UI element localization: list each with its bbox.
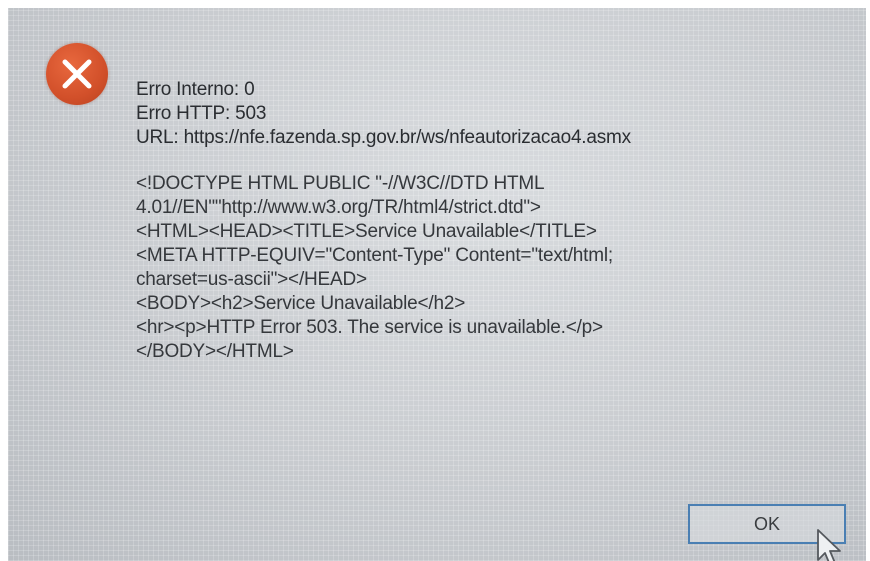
message-spacer: [136, 150, 856, 172]
response-line: </BODY></HTML>: [136, 341, 294, 362]
error-url-line: URL: https://nfe.fazenda.sp.gov.br/ws/nf…: [136, 127, 631, 148]
response-line: <META HTTP-EQUIV="Content-Type" Content=…: [136, 245, 613, 266]
error-dialog: Erro Interno: 0 Erro HTTP: 503 URL: http…: [8, 8, 866, 561]
response-line: <HTML><HEAD><TITLE>Service Unavailable</…: [136, 221, 597, 242]
error-message: Erro Interno: 0 Erro HTTP: 503 URL: http…: [136, 78, 856, 364]
response-line: <hr><p>HTTP Error 503. The service is un…: [136, 317, 603, 338]
screen-photo: Erro Interno: 0 Erro HTTP: 503 URL: http…: [8, 8, 866, 561]
error-internal-line: Erro Interno: 0: [136, 79, 255, 100]
response-line: <!DOCTYPE HTML PUBLIC "-//W3C//DTD HTML: [136, 173, 545, 194]
error-icon: [46, 43, 108, 105]
server-response: <!DOCTYPE HTML PUBLIC "-//W3C//DTD HTML …: [136, 172, 856, 364]
mouse-cursor-icon: [817, 529, 841, 561]
response-line: 4.01//EN""http://www.w3.org/TR/html4/str…: [136, 197, 541, 218]
response-line: charset=us-ascii"></HEAD>: [136, 269, 367, 290]
error-http-line: Erro HTTP: 503: [136, 103, 267, 124]
response-line: <BODY><h2>Service Unavailable</h2>: [136, 293, 466, 314]
